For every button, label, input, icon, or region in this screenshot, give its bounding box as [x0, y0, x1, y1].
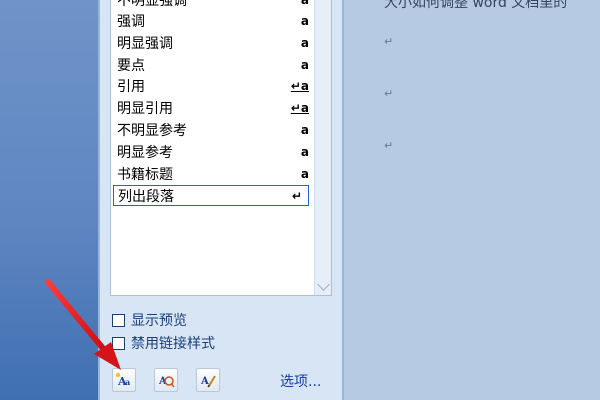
red-pointer-arrow-icon: [45, 279, 121, 370]
